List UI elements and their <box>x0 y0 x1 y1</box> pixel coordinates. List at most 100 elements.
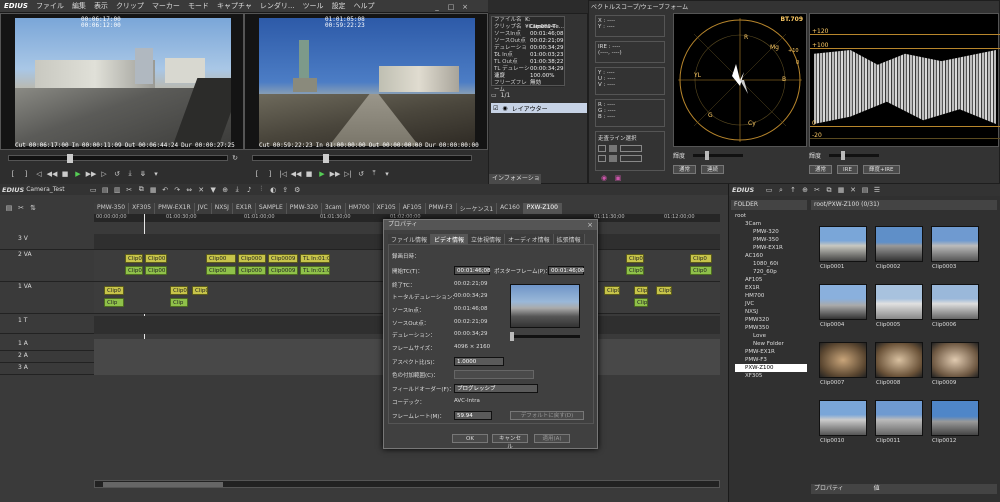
tree-item[interactable]: 720_60p <box>735 268 807 276</box>
scan-field[interactable] <box>620 145 642 152</box>
play-icon[interactable]: ▶ <box>73 169 83 178</box>
tree-item[interactable]: JVC <box>735 300 807 308</box>
clip[interactable]: Clip <box>634 286 648 295</box>
clip[interactable]: Clip0 <box>604 286 620 295</box>
set-in-icon[interactable]: [ <box>8 169 18 178</box>
maximize-icon[interactable]: □ <box>446 2 456 11</box>
cut-icon[interactable]: ✂ <box>124 185 134 194</box>
tree-item[interactable]: PMW-350 <box>735 236 807 244</box>
vs-continuous-button[interactable]: 連続 <box>701 165 725 174</box>
ok-button[interactable]: OK <box>452 434 488 443</box>
tab-jvc[interactable]: JVC <box>194 203 212 214</box>
tab-sample[interactable]: SAMPLE <box>255 203 287 214</box>
rec-export-icon[interactable]: ⤒ <box>369 169 379 178</box>
bin-cut-icon[interactable]: ✂ <box>812 186 822 195</box>
clip[interactable]: Clip0 <box>125 266 143 275</box>
tab-ac160[interactable]: AC160 <box>497 203 524 214</box>
tab-pxw-z100[interactable]: PXW-Z100 <box>523 203 562 214</box>
clip-thumbnail[interactable]: Clip0009 <box>931 342 979 386</box>
tab-pmw-ex1r[interactable]: PMW-EX1R <box>155 203 195 214</box>
poster-frame-field[interactable]: 00:01:46;08 <box>548 266 585 275</box>
clip[interactable]: Clip0 <box>125 254 143 263</box>
redo-icon[interactable]: ↷ <box>172 185 182 194</box>
loop-play-icon[interactable]: ↺ <box>112 169 122 178</box>
track-2a[interactable]: 2 A <box>0 351 94 363</box>
poster-slider[interactable] <box>510 332 580 341</box>
wf-ire-plus-button[interactable]: 輝度+IRE <box>863 165 900 174</box>
settings-icon[interactable]: ⚙ <box>292 185 302 194</box>
undo-icon[interactable]: ↶ <box>160 185 170 194</box>
checkbox-icon[interactable]: ☑ <box>493 105 498 112</box>
tab-information[interactable]: インフォメーション <box>489 174 541 192</box>
loop-icon[interactable]: ↻ <box>230 153 240 162</box>
tab-ex1r[interactable]: EX1R <box>232 203 256 214</box>
clip[interactable]: Clip <box>634 298 648 307</box>
palette-icon[interactable]: ▣ <box>613 173 623 182</box>
bin-copy-icon[interactable]: ⧉ <box>824 186 834 195</box>
bin-up-icon[interactable]: ↑ <box>788 186 798 195</box>
tree-item[interactable]: Love <box>735 332 807 340</box>
tab-sequence1[interactable]: シーケンス1 <box>456 203 498 214</box>
overwrite-icon[interactable]: ⤋ <box>138 169 148 178</box>
wf-brightness-slider[interactable] <box>829 151 879 160</box>
framerate-select[interactable]: 59.94 <box>454 411 492 420</box>
clip-thumbnail[interactable]: Clip0002 <box>875 226 923 270</box>
bin-paste-icon[interactable]: ▦ <box>836 186 846 195</box>
tab-3cam[interactable]: 3cam <box>321 203 346 214</box>
clip[interactable]: Clip0 <box>626 254 644 263</box>
tree-item[interactable]: AF105 <box>735 276 807 284</box>
rec-set-in-icon[interactable]: [ <box>252 169 262 178</box>
player-scrubber[interactable] <box>8 154 228 163</box>
rec-fast-forward-icon[interactable]: ▶▶ <box>330 169 341 178</box>
tree-item[interactable]: EX1R <box>735 284 807 292</box>
zoom-icon[interactable]: ⊕ <box>220 185 230 194</box>
menu-help[interactable]: ヘルプ <box>350 1 379 11</box>
track-3a[interactable]: 3 A <box>0 363 94 375</box>
dialog-close-icon[interactable]: × <box>585 220 595 229</box>
track-3v[interactable]: 3 V <box>0 234 94 250</box>
tab-nxsj[interactable]: NXSJ <box>211 203 233 214</box>
next-frame-icon[interactable]: ▷ <box>99 169 109 178</box>
audio-icon[interactable]: ♪ <box>244 185 254 194</box>
save-icon[interactable]: ▥ <box>112 185 122 194</box>
vs-normal-button[interactable]: 通常 <box>673 165 697 174</box>
tree-item[interactable]: XF305 <box>735 372 807 380</box>
tree-item[interactable]: 3Cam <box>735 220 807 228</box>
close-icon[interactable]: × <box>460 2 470 11</box>
tab-pmw-320[interactable]: PMW-320 <box>286 203 322 214</box>
razor-icon[interactable]: ✂ <box>16 204 26 213</box>
tree-item[interactable]: PMW-EX1R <box>735 348 807 356</box>
clip-thumbnail[interactable]: Clip0004 <box>819 284 867 328</box>
wf-ire-button[interactable]: IRE <box>837 165 858 174</box>
clip-thumbnail[interactable]: Clip0006 <box>931 284 979 328</box>
paste-icon[interactable]: ▦ <box>148 185 158 194</box>
layer-item[interactable]: ☑ ◉ レイアウター <box>491 103 587 113</box>
track-1va[interactable]: 1 VA <box>0 282 94 314</box>
clip[interactable]: Clip0 <box>192 286 208 295</box>
tree-item[interactable]: AC160 <box>735 252 807 260</box>
tree-item[interactable]: New Folder <box>735 340 807 348</box>
bin-view-icon[interactable]: ▤ <box>860 186 870 195</box>
rec-stop-icon[interactable]: ■ <box>304 169 314 178</box>
clip[interactable]: Clip00 <box>145 254 167 263</box>
clip[interactable]: Clip0 <box>104 286 124 295</box>
new-sequence-icon[interactable]: ▭ <box>88 185 98 194</box>
color-icon[interactable]: ◉ <box>599 173 609 182</box>
tree-item[interactable]: PMW320 <box>735 316 807 324</box>
tree-item[interactable]: 1080_60i <box>735 260 807 268</box>
prev-frame-icon[interactable]: ◁ <box>34 169 44 178</box>
tab-xf105[interactable]: XF105 <box>373 203 400 214</box>
tree-item[interactable]: root <box>735 212 807 220</box>
sync-icon[interactable]: ⇅ <box>28 204 38 213</box>
copy-icon[interactable]: ⧉ <box>136 185 146 194</box>
scan-checkbox[interactable] <box>598 155 606 162</box>
tree-item[interactable]: PMW-F3 <box>735 356 807 364</box>
insert-icon[interactable]: ⤓ <box>125 169 135 178</box>
tree-item[interactable]: HM700 <box>735 292 807 300</box>
cancel-button[interactable]: キャンセル <box>492 434 528 450</box>
tree-item-selected[interactable]: PXW-Z100 <box>735 364 807 372</box>
tree-item[interactable]: PMW-EX1R <box>735 244 807 252</box>
aspect-select[interactable]: 1.0000 <box>454 357 504 366</box>
menu-settings[interactable]: 設定 <box>328 1 350 11</box>
tree-item[interactable]: PMW350 <box>735 324 807 332</box>
